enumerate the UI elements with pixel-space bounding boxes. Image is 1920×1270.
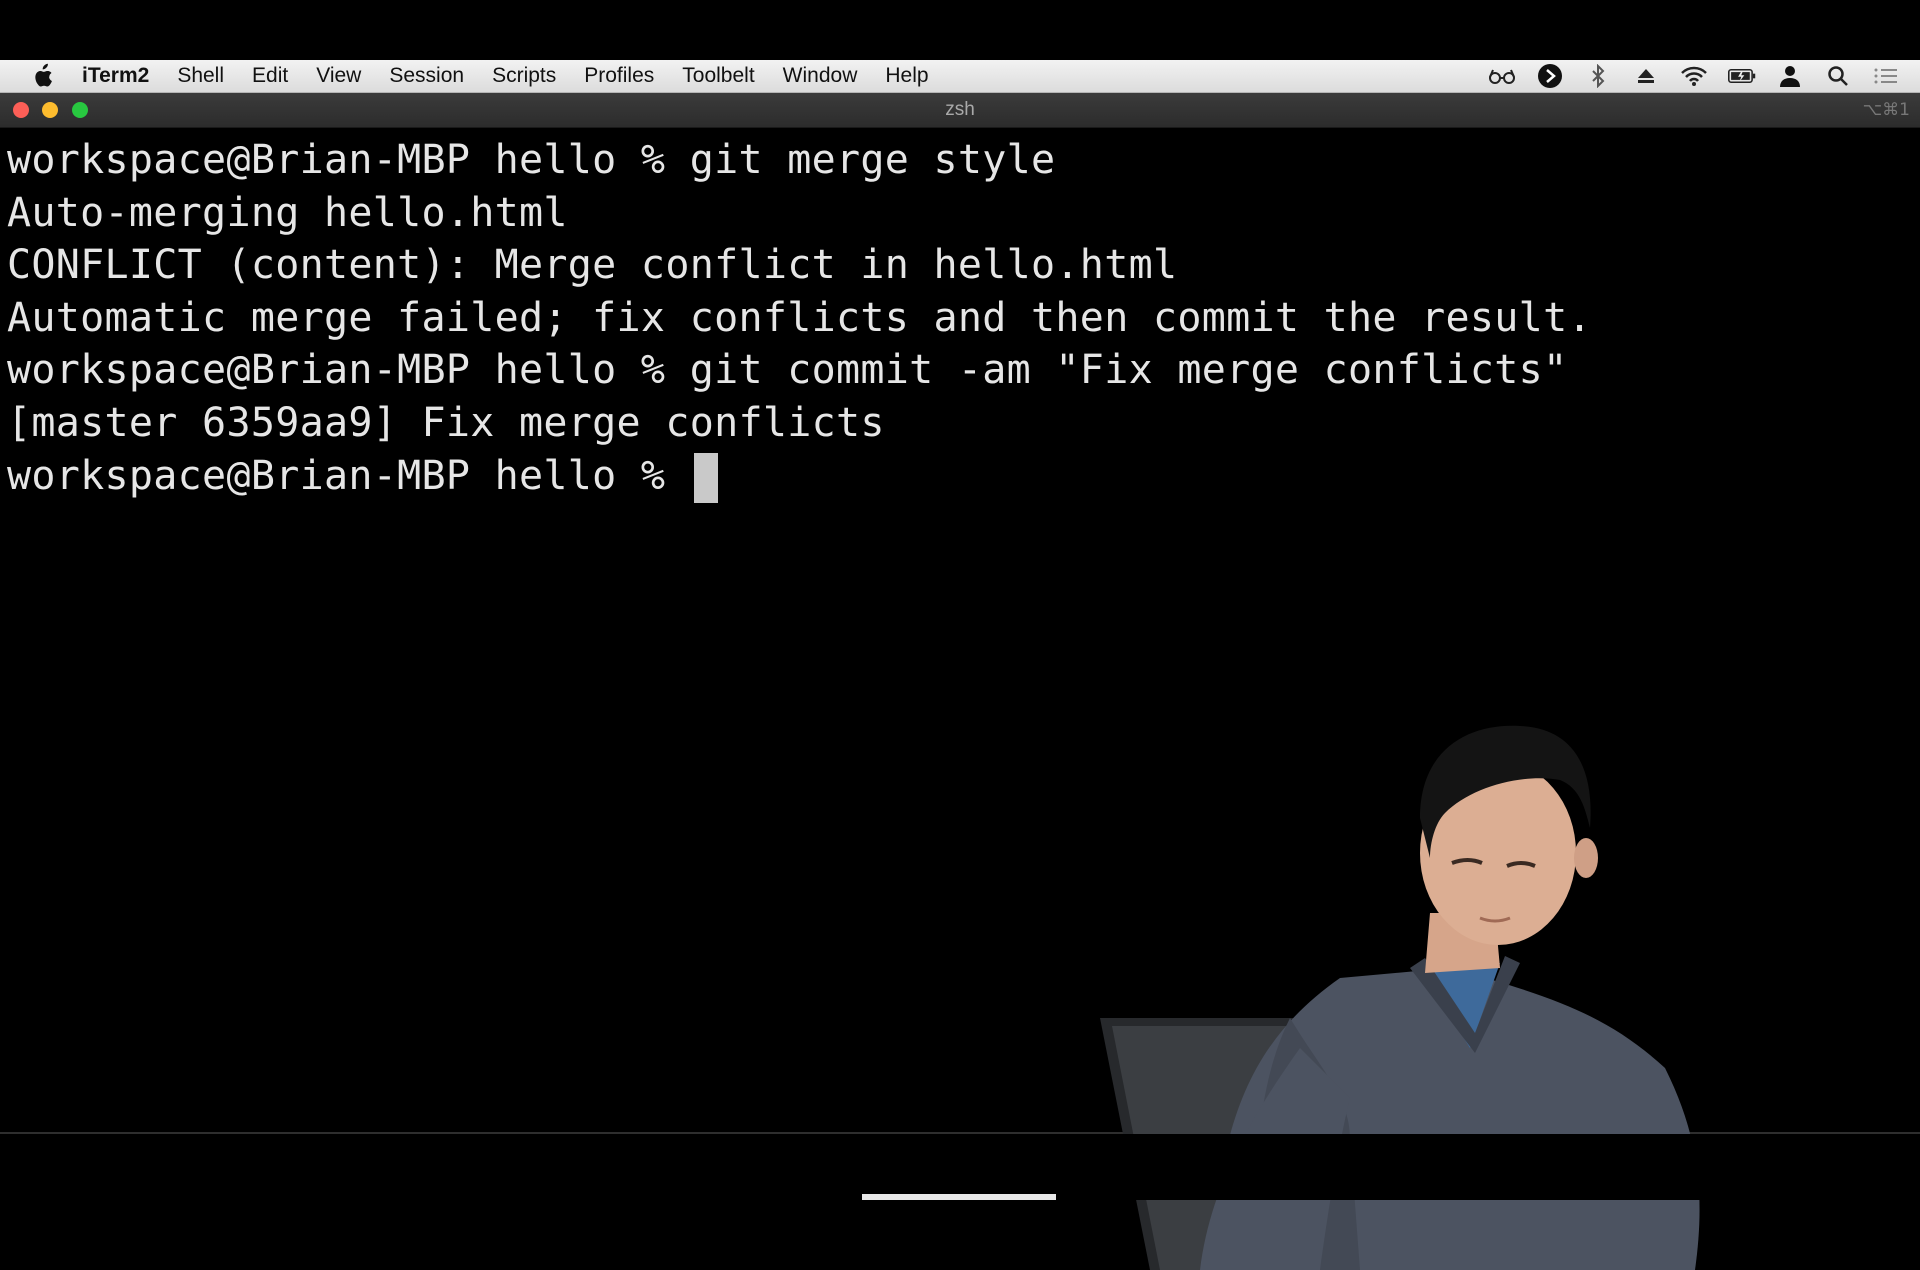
text-cursor bbox=[693, 452, 718, 503]
video-letterbox-bottom bbox=[0, 1134, 1920, 1200]
eject-icon[interactable] bbox=[1632, 62, 1660, 90]
user-icon[interactable] bbox=[1776, 62, 1804, 90]
menu-app-name[interactable]: iTerm2 bbox=[76, 60, 163, 92]
window-shortcut-label: ⌥⌘1 bbox=[1862, 100, 1910, 120]
menu-window[interactable]: Window bbox=[769, 60, 872, 92]
play-circle-icon[interactable] bbox=[1536, 62, 1564, 90]
macos-menu-bar: iTerm2 Shell Edit View Session Scripts P… bbox=[0, 60, 1920, 93]
battery-charging-icon[interactable] bbox=[1728, 62, 1756, 90]
wifi-icon[interactable] bbox=[1680, 62, 1708, 90]
menu-help[interactable]: Help bbox=[871, 60, 942, 92]
terminal-line: CONFLICT (content): Merge conflict in he… bbox=[7, 242, 1178, 289]
terminal-line: workspace@Brian-MBP hello % git merge st… bbox=[7, 137, 1056, 183]
glasses-icon[interactable] bbox=[1488, 62, 1516, 90]
terminal-line: [master 6359aa9] Fix merge conflicts bbox=[7, 399, 885, 446]
terminal-line: Automatic merge failed; fix conflicts an… bbox=[7, 294, 1592, 341]
spotlight-search-icon[interactable] bbox=[1824, 62, 1852, 90]
terminal-line: workspace@Brian-MBP hello % git commit -… bbox=[7, 347, 1568, 394]
terminal-prompt: workspace@Brian-MBP hello % bbox=[7, 452, 690, 499]
menu-profiles[interactable]: Profiles bbox=[570, 60, 668, 92]
terminal-line: Auto-merging hello.html bbox=[7, 189, 568, 236]
apple-menu-icon[interactable] bbox=[28, 62, 56, 90]
menu-toolbelt[interactable]: Toolbelt bbox=[668, 60, 768, 92]
status-menu-area bbox=[1488, 60, 1900, 92]
menu-shell[interactable]: Shell bbox=[163, 60, 238, 92]
terminal-prompt-line[interactable]: workspace@Brian-MBP hello % bbox=[7, 450, 1592, 503]
window-title-bar[interactable]: zsh ⌥⌘1 bbox=[0, 93, 1920, 128]
notification-center-icon[interactable] bbox=[1872, 62, 1900, 90]
terminal-session[interactable]: workspace@Brian-MBP hello % git merge st… bbox=[0, 128, 1920, 1270]
video-letterbox-top bbox=[0, 0, 1920, 60]
menu-session[interactable]: Session bbox=[375, 60, 478, 92]
terminal-output: workspace@Brian-MBP hello % git merge st… bbox=[7, 134, 1592, 503]
menu-edit[interactable]: Edit bbox=[238, 60, 302, 92]
video-progress-indicator[interactable] bbox=[862, 1194, 1056, 1200]
menu-scripts[interactable]: Scripts bbox=[478, 60, 570, 92]
menu-view[interactable]: View bbox=[302, 60, 375, 92]
bluetooth-icon[interactable] bbox=[1584, 62, 1612, 90]
window-title: zsh bbox=[945, 99, 975, 120]
